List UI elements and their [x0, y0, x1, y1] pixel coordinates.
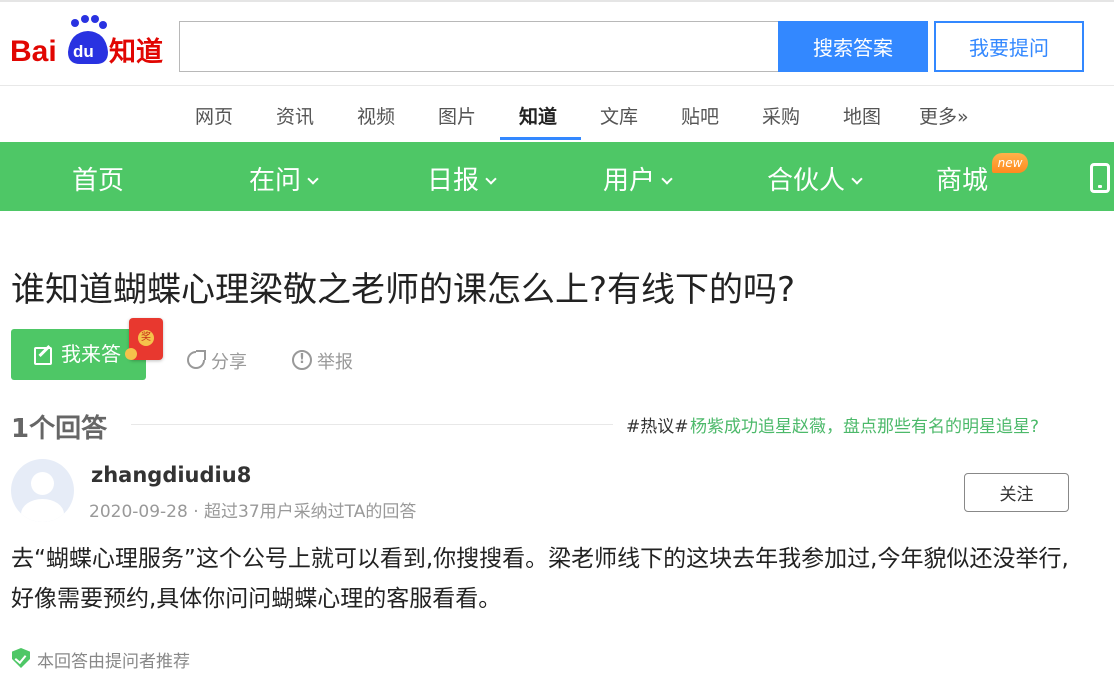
nav-item-purchase[interactable]: 采购	[762, 102, 800, 129]
new-badge: new	[992, 153, 1028, 173]
category-mall-label: 商城	[936, 166, 989, 196]
product-nav: 网页 资讯 视频 图片 知道 文库 贴吧 采购 地图 更多»	[0, 86, 1114, 142]
top-bar: Bai du 知道 搜索答案 我要提问	[0, 0, 1114, 86]
divider	[131, 424, 613, 425]
nav-item-web[interactable]: 网页	[195, 102, 233, 129]
chevron-down-icon	[485, 173, 497, 185]
mobile-phone-icon[interactable]	[1090, 163, 1110, 193]
share-button[interactable]: 分享	[211, 348, 247, 374]
avatar-head	[31, 472, 54, 495]
recommended-note: 本回答由提问者推荐	[37, 652, 190, 672]
red-envelope-icon[interactable]: 奖	[125, 318, 163, 360]
category-daily-label: 日报	[427, 166, 480, 196]
category-home[interactable]: 首页	[72, 160, 124, 197]
active-tab-underline	[500, 137, 581, 140]
category-asking[interactable]: 在问	[249, 160, 319, 197]
category-users-label: 用户	[603, 166, 656, 196]
gold-coin-icon	[125, 348, 137, 360]
follow-button[interactable]: 关注	[964, 473, 1069, 512]
svg-text:Bai: Bai	[10, 35, 57, 68]
nav-item-map[interactable]: 地图	[843, 102, 881, 129]
svg-text:du: du	[73, 42, 94, 61]
answer-text: 去“蝴蝶心理服务”这个公号上就可以看到,你搜搜看。梁老师线下的这块去年我参加过,…	[11, 546, 1069, 612]
question-title: 谁知道蝴蝶心理梁敬之老师的课怎么上?有线下的吗?	[11, 270, 796, 310]
nav-item-images[interactable]: 图片	[438, 102, 476, 129]
baidu-zhidao-logo[interactable]: Bai du 知道	[10, 14, 170, 70]
category-asking-label: 在问	[249, 166, 302, 196]
nav-item-tieba[interactable]: 贴吧	[681, 102, 719, 129]
search-button[interactable]: 搜索答案	[778, 21, 928, 72]
red-envelope-seal: 奖	[138, 330, 154, 346]
search-input[interactable]	[179, 21, 779, 72]
nav-item-video[interactable]: 视频	[357, 102, 395, 129]
nav-item-news[interactable]: 资讯	[276, 102, 314, 129]
ask-question-button[interactable]: 我要提问	[934, 21, 1084, 72]
category-users[interactable]: 用户	[603, 160, 673, 197]
nav-item-more[interactable]: 更多»	[919, 102, 969, 129]
share-icon[interactable]	[187, 350, 206, 369]
answer-count: 1个回答	[11, 414, 108, 444]
chevron-down-icon	[851, 173, 863, 185]
shield-check-icon	[12, 648, 30, 668]
avatar-body	[21, 499, 64, 522]
svg-text:知道: 知道	[109, 36, 163, 68]
category-partner-label: 合伙人	[767, 166, 846, 196]
hot-topic-link[interactable]: 杨紫成功追星赵薇，盘点那些有名的明星追星?	[690, 412, 1039, 437]
chevron-down-icon	[661, 173, 673, 185]
category-home-label: 首页	[72, 166, 125, 196]
answer-meta: 2020-09-28 · 超过37用户采纳过TA的回答	[89, 502, 417, 522]
chevron-down-icon	[307, 173, 319, 185]
report-icon[interactable]: !	[292, 350, 312, 370]
answer-button-label: 我来答	[61, 342, 121, 366]
edit-icon	[34, 347, 52, 365]
category-partner[interactable]: 合伙人	[767, 160, 863, 197]
report-button[interactable]: 举报	[317, 348, 353, 374]
category-daily[interactable]: 日报	[427, 160, 497, 197]
category-mall[interactable]: 商城	[936, 160, 988, 197]
hot-topic-tag: #热议#	[626, 417, 689, 437]
answer-username[interactable]: zhangdiudiu8	[91, 463, 251, 487]
nav-item-wenku[interactable]: 文库	[600, 102, 638, 129]
nav-item-zhidao[interactable]: 知道	[519, 102, 557, 129]
category-nav: 首页 在问 日报 用户 合伙人 商城	[0, 142, 1114, 211]
avatar[interactable]	[11, 459, 74, 522]
